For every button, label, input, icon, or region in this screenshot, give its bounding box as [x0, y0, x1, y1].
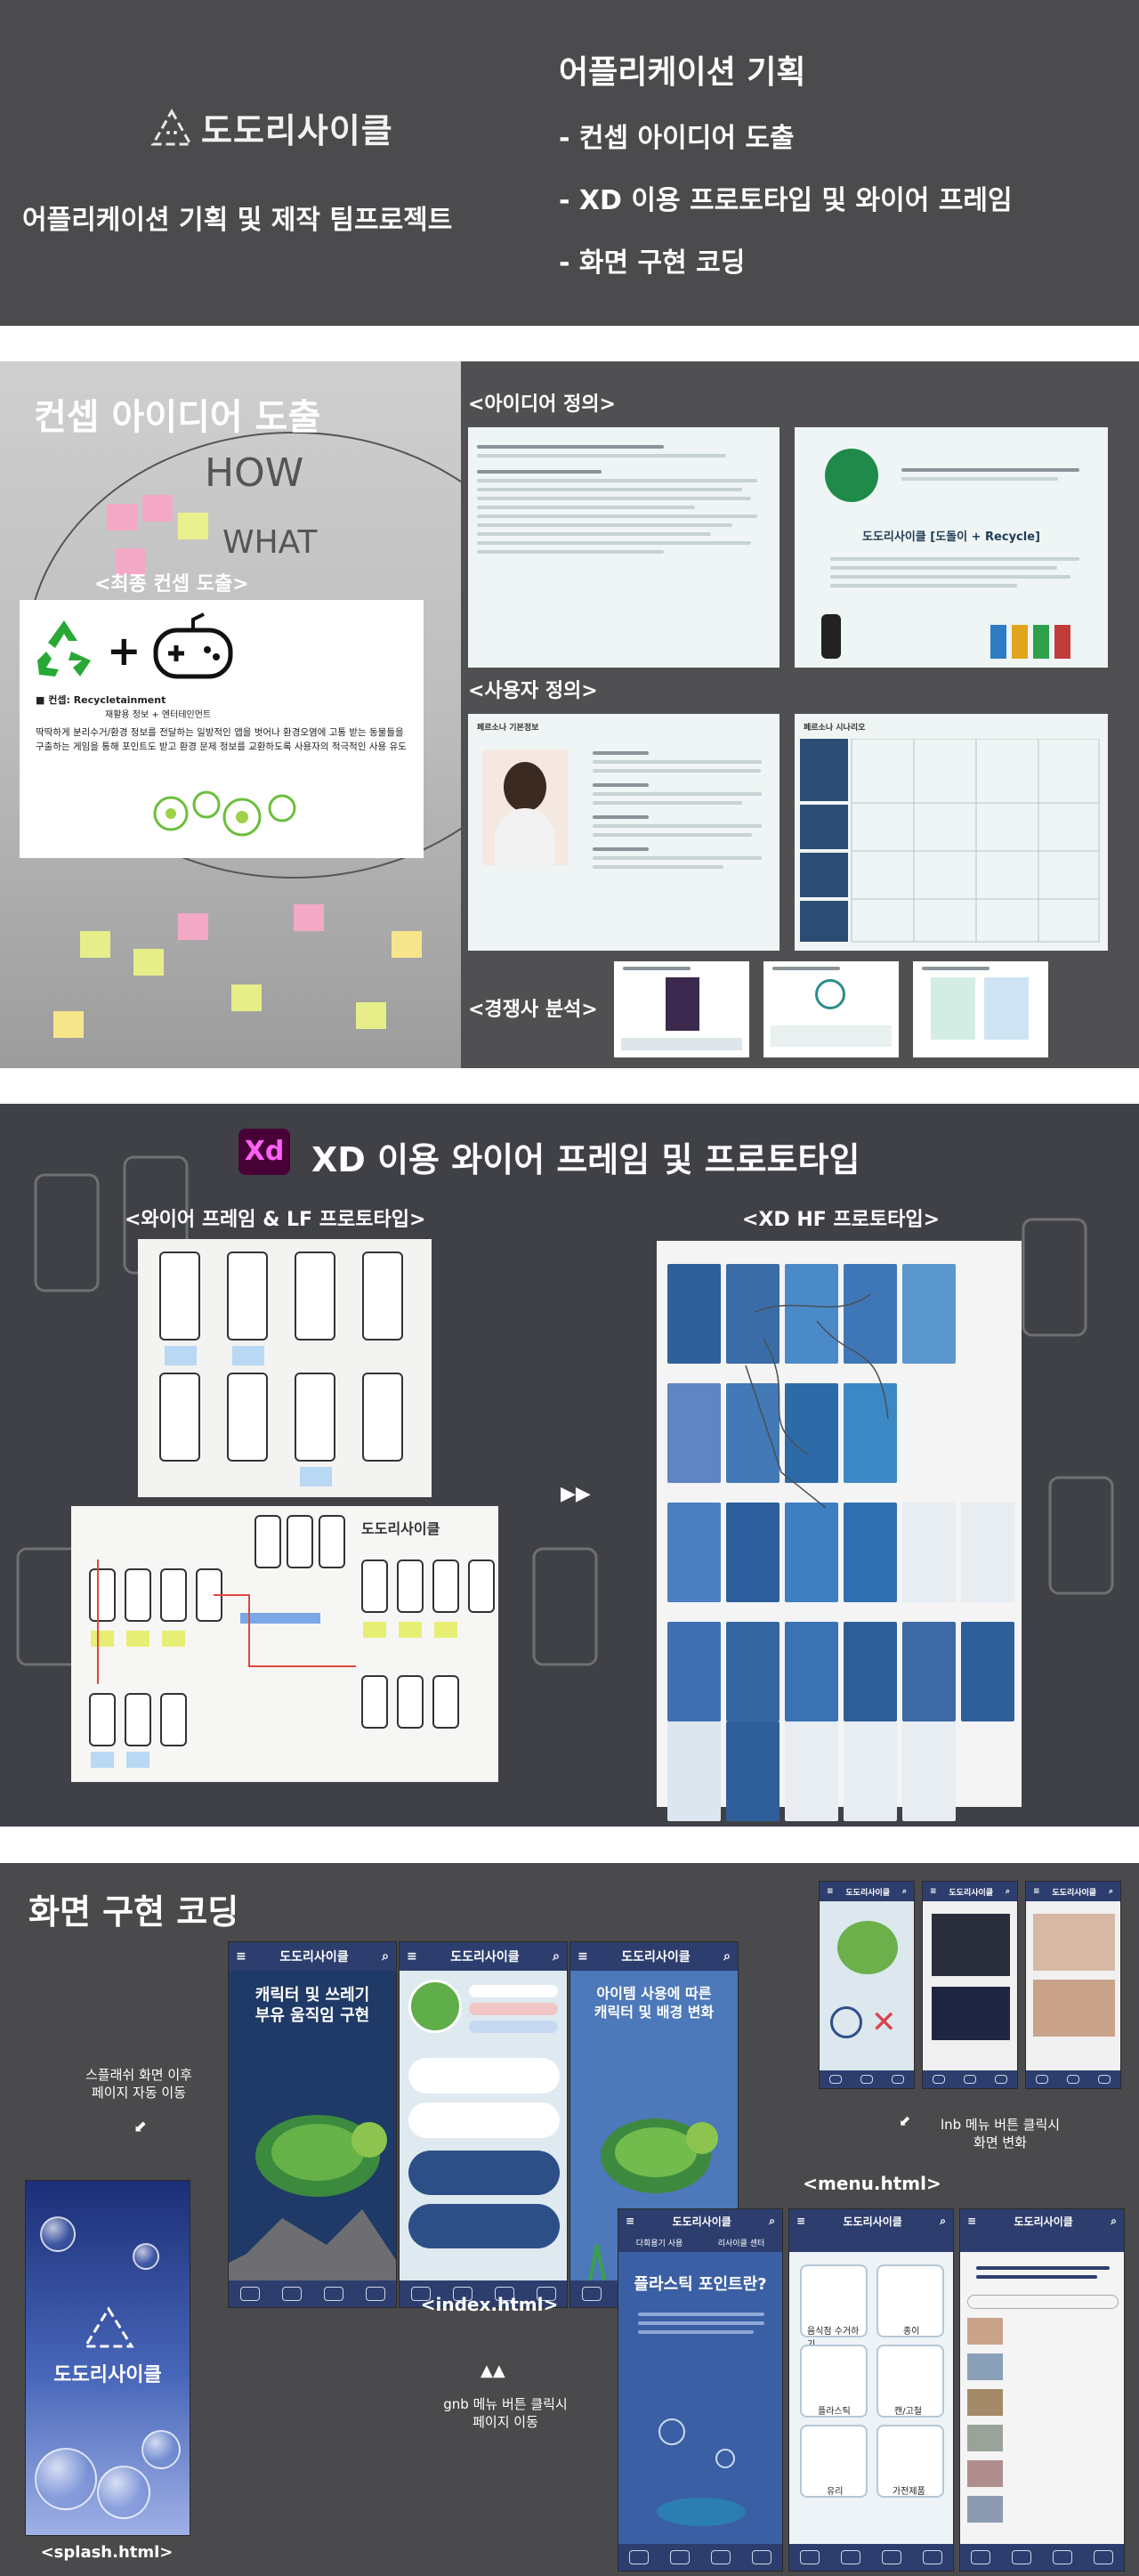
coding-heading: 화면 구현 코딩 — [28, 1892, 239, 1932]
menu-icon[interactable]: ≡ — [236, 1949, 246, 1964]
idea-slide-1 — [468, 427, 780, 668]
svg-text:HOW: HOW — [205, 450, 303, 496]
hf-prototype-label: <XD HF 프로토타입> — [742, 1209, 941, 1231]
screen3-caption: 아이템 사용에 따른 캐릭터 및 배경 변화 — [594, 1985, 715, 2021]
index-caption: <index.html> — [420, 2294, 559, 2315]
menu-caption: <menu.html> — [803, 2173, 941, 2194]
user-definition-label: <사용자 정의> — [468, 680, 598, 702]
search-icon[interactable]: ⌕ — [382, 1949, 389, 1964]
category-tile-paper[interactable]: 종이 — [876, 2264, 944, 2337]
category-tile-glass[interactable]: 유리 — [800, 2425, 868, 2498]
lnb-screen-1: ≡ 도도리사이클 ⌕ ✕ — [819, 1881, 915, 2089]
category-tile-can[interactable]: 캔/고철 — [876, 2345, 944, 2418]
lnb-note: lnb 메뉴 버튼 클릭시 화면 변화 — [940, 2117, 1061, 2151]
menu-tab-center[interactable]: 리사이클 센터 — [718, 2237, 765, 2248]
category-tile-plastic[interactable]: 플라스틱 — [800, 2345, 868, 2418]
app-title: 도도리사이클 — [621, 1950, 691, 1964]
recycle-triangle-icon — [83, 2306, 134, 2348]
idea-definition-label: <아이디어 정의> — [468, 393, 616, 416]
logo: 도도리사이클 — [149, 103, 393, 152]
gear-cluster-icon — [153, 790, 296, 837]
final-concept-label: <최종 컨셉 도출> — [94, 573, 249, 595]
turtle-avatar — [408, 1980, 462, 2033]
splash-note: 스플래쉬 화면 이후 페이지 자동 이동 — [85, 2067, 192, 2102]
xd-app-icon: Xd — [238, 1129, 290, 1175]
category-tile-food[interactable]: 음식점 수거하기 — [800, 2264, 868, 2350]
recycle-bins-illustration — [821, 614, 1070, 659]
gamepad-icon — [153, 612, 233, 679]
scenario-table — [800, 739, 1100, 943]
ocean-illustration — [657, 2418, 746, 2526]
wireframe-label: <와이어 프레임 & LF 프로토타입> — [125, 1209, 426, 1231]
menu-screen-point: ≡ 도도리사이클 ⌕ 다회용기 사용 리사이클 센터 플라스틱 포인트란? — [618, 2208, 783, 2572]
menu-screen-categories: ≡도도리사이클⌕ 음식점 수거하기 종이 플라스틱 캔/고철 유리 가전제품 — [788, 2208, 954, 2572]
index-screen-1: ≡ 도도리사이클 ⌕ 캐릭터 및 쓰레기 부유 움직임 구현 — [228, 1941, 397, 2308]
final-concept-card: + ■ 컨셉: Recycletainment 재활용 정보 + 엔터테인먼트 … — [20, 600, 424, 858]
competitor-analysis-label: <경쟁사 분석> — [468, 999, 598, 1021]
arrow-icon: ⬋ — [133, 2118, 148, 2136]
scenario-slide: 페르소나 시나리오 — [795, 714, 1108, 951]
header-section: 도도리사이클 어플리케이션 기획 및 제작 팀프로젝트 어플리케이션 기획 - … — [0, 0, 1139, 326]
competitor-slide-1 — [614, 961, 749, 1057]
project-title: 어플리케이션 기획 — [559, 54, 806, 91]
xd-hf-prototype-board — [657, 1241, 1022, 1821]
search-icon[interactable]: ⌕ — [723, 1949, 731, 1964]
recycle-triangle-icon — [150, 108, 193, 145]
coding-section: 화면 구현 코딩 ≡ 도도리사이클 ⌕ 캐릭터 및 쓰레기 부유 움직임 구현 ≡ 도… — [0, 1863, 1139, 2576]
competitor-slide-3 — [913, 961, 1048, 1057]
brand-name-text: 도도리사이클 [도돌이 + Recycle] — [862, 531, 1040, 544]
screen1-caption: 캐릭터 및 쓰레기 부유 움직임 구현 — [254, 1986, 370, 2026]
xd-heading: XD 이용 와이어 프레임 및 프로토타입 — [311, 1140, 860, 1179]
xd-section: Xd XD 이용 와이어 프레임 및 프로토타입 <와이어 프레임 & LF 프… — [0, 1104, 1139, 1827]
wireframe-sketch-sheet — [138, 1239, 432, 1497]
search-icon[interactable]: ⌕ — [553, 1949, 560, 1964]
menu-screen-news: ≡ 도도리사이클 ⌕ — [959, 2208, 1125, 2572]
outline-item-xd: - XD 이용 프로토타입 및 와이어 프레임 — [559, 185, 1013, 216]
category-tile-appliance[interactable]: 가전제품 — [876, 2425, 944, 2498]
flow-lines — [97, 1559, 356, 1684]
plus-icon: + — [107, 627, 141, 675]
concept-keyword-sub: 재활용 정보 + 엔터테인먼트 — [105, 710, 212, 720]
menu-icon[interactable]: ≡ — [407, 1949, 417, 1964]
logo-text: 도도리사이클 — [201, 111, 393, 150]
splash-caption: <splash.html> — [40, 2543, 174, 2562]
app-title: 도도리사이클 — [450, 1950, 520, 1964]
gnb-note: gnb 메뉴 버튼 클릭시 페이지 이동 — [443, 2396, 568, 2431]
competitor-slide-2 — [763, 961, 899, 1057]
arrow-icon: ⬋ — [899, 2112, 911, 2129]
recycle-badge-icon — [825, 449, 878, 502]
svg-text:WHAT: WHAT — [222, 524, 318, 561]
point-title: 플라스틱 포인트란? — [634, 2275, 767, 2294]
lf-prototype-board: 도도리사이클 — [71, 1506, 498, 1782]
scenario-title: 페르소나 시나리오 — [804, 724, 866, 733]
lnb-screen-2: ≡ 도도리사이클 ⌕ — [922, 1881, 1018, 2089]
outline-item-coding: - 화면 구현 코딩 — [559, 247, 746, 279]
prototype-links — [745, 1293, 889, 1509]
concept-heading: 컨셉 아이디어 도출 — [34, 397, 321, 438]
project-subtitle: 어플리케이션 기획 및 제작 팀프로젝트 — [22, 205, 453, 236]
concept-keyword: ■ 컨셉: Recycletainment — [36, 694, 166, 706]
turtle-character — [229, 2115, 396, 2289]
persona-title: 페르소나 기본정보 — [477, 724, 539, 733]
outline-item-concept: - 컨셉 아이디어 도출 — [559, 123, 795, 154]
persona-photo — [482, 749, 568, 865]
lnb-screen-3: ≡ 도도리사이클 ⌕ — [1025, 1881, 1121, 2089]
menu-tab-reusable[interactable]: 다회용기 사용 — [636, 2237, 683, 2248]
recycle-icon — [37, 620, 91, 676]
concept-description: 딱딱하게 분리수거/환경 정보를 전달하는 일방적인 앱을 벗어나 환경오염에 … — [36, 727, 407, 752]
splash-screen: 도도리사이클 — [25, 2180, 190, 2536]
splash-logo-text: 도도리사이클 — [53, 2364, 162, 2386]
menu-icon[interactable]: ≡ — [578, 1949, 588, 1964]
app-title: 도도리사이클 — [279, 1950, 349, 1964]
arrow-up-icon: ▲▲ — [481, 2361, 505, 2380]
persona-slide: 페르소나 기본정보 — [468, 714, 780, 951]
index-screen-2: ≡ 도도리사이클 ⌕ — [399, 1941, 568, 2308]
next-arrow-icon: ▶▶ — [561, 1483, 591, 1505]
idea-slide-2: 도도리사이클 [도돌이 + Recycle] — [795, 427, 1108, 668]
concept-section: HOW WHAT 컨셉 아이디어 도출 <최종 컨셉 도출> + ■ 컨셉: R… — [0, 361, 1139, 1068]
